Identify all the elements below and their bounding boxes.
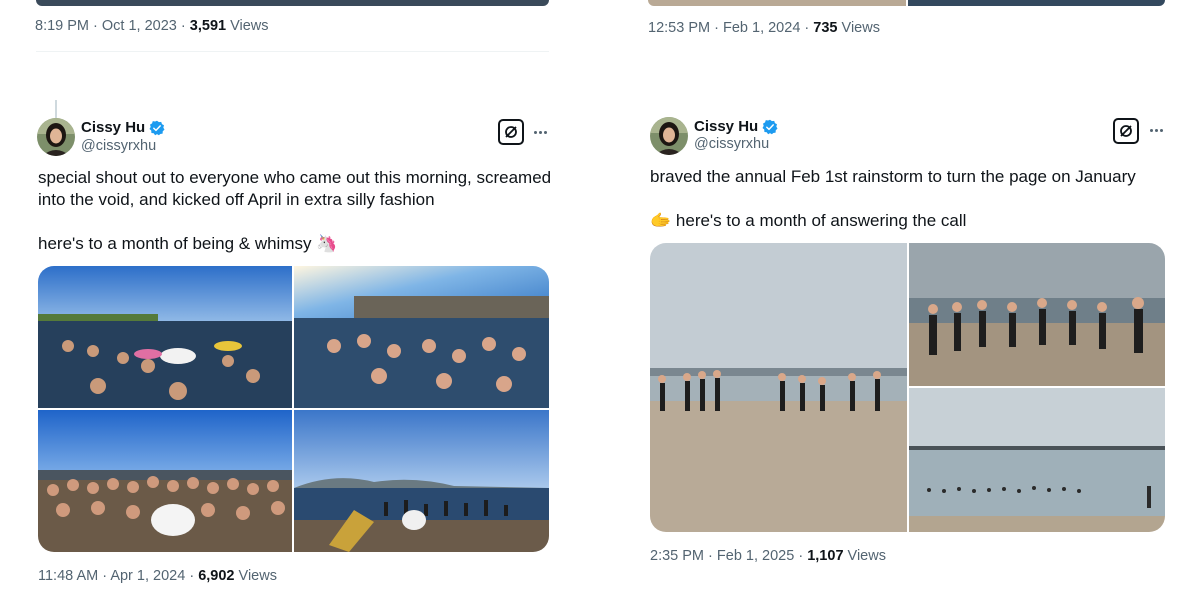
- avatar-image: [650, 117, 688, 155]
- media-tile[interactable]: [909, 388, 1165, 532]
- grok-glyph: [1120, 125, 1132, 137]
- more-icon[interactable]: [530, 122, 550, 142]
- views-count: 1,107: [807, 548, 844, 564]
- timestamp-date[interactable]: Feb 1, 2025: [717, 548, 794, 564]
- photo-swimmers-cheering: [294, 266, 549, 408]
- media-grid: [650, 243, 1165, 532]
- previous-tweet-media-edge[interactable]: [36, 0, 549, 6]
- separator: ·: [798, 548, 804, 564]
- media-tile[interactable]: [38, 266, 292, 408]
- tweet-text-line: special shout out to everyone who came o…: [38, 168, 552, 209]
- separator: ·: [708, 548, 713, 564]
- views-label: Views: [847, 548, 886, 564]
- separator: ·: [102, 568, 108, 584]
- verified-badge-icon: [762, 119, 778, 134]
- user-name[interactable]: Cissy Hu: [694, 118, 758, 135]
- avatar-image: [37, 118, 75, 156]
- photo-swimmers-entering-water: [294, 410, 549, 552]
- separator: ·: [180, 18, 186, 34]
- tweet-text: special shout out to everyone who came o…: [38, 167, 558, 255]
- timestamp-date[interactable]: Apr 1, 2024: [110, 568, 185, 584]
- photo-swimmers-near-pier: [909, 388, 1165, 532]
- separator: ·: [804, 20, 810, 36]
- media-tile[interactable]: [650, 243, 907, 532]
- photo-swimmers-unicorn: [38, 266, 292, 408]
- tweet-text-span: here's to a month of being & whimsy: [38, 234, 312, 253]
- tweet-text-line: braved the annual Feb 1st rainstorm to t…: [650, 167, 1136, 186]
- user-handle[interactable]: @cissyrxhu: [81, 138, 156, 154]
- views-label: Views: [238, 568, 277, 584]
- user-handle[interactable]: @cissyrxhu: [694, 136, 769, 152]
- separator: ·: [93, 18, 98, 34]
- tweet-text-span: here's to a month of answering the call: [675, 211, 967, 230]
- divider: [36, 51, 549, 52]
- user-name-row[interactable]: Cissy Hu: [81, 119, 165, 136]
- photo-runners-on-beach: [650, 243, 907, 532]
- media-tile[interactable]: [648, 0, 906, 6]
- tweet-text-line: here's to a month of being & whimsy 🦄: [38, 233, 558, 255]
- grok-icon[interactable]: [1113, 118, 1139, 144]
- user-name[interactable]: Cissy Hu: [81, 119, 145, 136]
- media-tile[interactable]: [907, 0, 1165, 6]
- thread-connector-line: [55, 100, 57, 118]
- timestamp-time[interactable]: 11:48 AM: [38, 568, 98, 584]
- media-grid: [38, 266, 549, 552]
- hand-emoji-icon: 🫱: [650, 211, 672, 230]
- timestamp-time[interactable]: 12:53 PM: [648, 20, 710, 36]
- separator: ·: [714, 20, 719, 36]
- media-tile[interactable]: [909, 243, 1165, 386]
- tweet-meta: 11:48 AM · Apr 1, 2024 · 6,902 Views: [38, 568, 277, 584]
- views-count: 735: [813, 20, 838, 36]
- views-label: Views: [841, 20, 880, 36]
- unicorn-emoji-icon: 🦄: [316, 234, 338, 253]
- media-tile[interactable]: [294, 410, 549, 552]
- photo-group-on-beach: [38, 410, 292, 552]
- page: 8:19 PM · Oct 1, 2023 · 3,591 Views 12:5…: [0, 0, 1200, 600]
- user-name-row[interactable]: Cissy Hu: [694, 118, 778, 135]
- views-count: 6,902: [198, 568, 235, 584]
- views-count: 3,591: [189, 18, 227, 34]
- previous-tweet-meta-left: 8:19 PM · Oct 1, 2023 · 3,591 Views: [35, 18, 269, 34]
- tweet-text-line: 🫱 here's to a month of answering the cal…: [650, 210, 1170, 232]
- media-tile[interactable]: [294, 266, 549, 408]
- timestamp-time[interactable]: 2:35 PM: [650, 548, 704, 564]
- more-icon[interactable]: [1146, 120, 1166, 140]
- timestamp-time[interactable]: 8:19 PM: [35, 18, 89, 34]
- timestamp-date[interactable]: Feb 1, 2024: [723, 20, 800, 36]
- verified-badge-icon: [149, 120, 165, 135]
- tweet-text: braved the annual Feb 1st rainstorm to t…: [650, 166, 1170, 232]
- grok-icon[interactable]: [498, 119, 524, 145]
- avatar[interactable]: [37, 118, 75, 156]
- grok-glyph: [505, 126, 517, 138]
- previous-tweet-media-edge[interactable]: [648, 0, 1165, 6]
- tweet-meta: 2:35 PM · Feb 1, 2025 · 1,107 Views: [650, 548, 886, 564]
- separator: ·: [189, 568, 195, 584]
- photo-runners-into-water: [909, 243, 1165, 386]
- avatar[interactable]: [650, 117, 688, 155]
- timestamp-date[interactable]: Oct 1, 2023: [102, 18, 177, 34]
- previous-tweet-meta-right: 12:53 PM · Feb 1, 2024 · 735 Views: [648, 20, 880, 36]
- media-tile[interactable]: [38, 410, 292, 552]
- views-label: Views: [230, 18, 269, 34]
